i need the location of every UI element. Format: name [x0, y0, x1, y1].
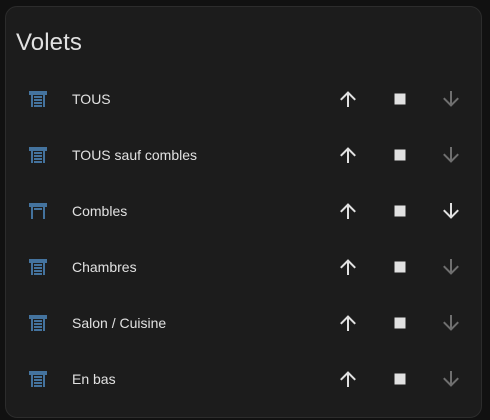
arrow-down-icon [443, 315, 459, 331]
card-title: Volets [16, 29, 82, 56]
window-shutter-closed-icon[interactable] [26, 87, 50, 111]
stop-icon [394, 149, 406, 161]
close-cover-button[interactable] [435, 363, 467, 395]
arrow-down-icon [443, 259, 459, 275]
open-cover-button[interactable] [332, 307, 364, 339]
window-shutter-closed-icon[interactable] [26, 311, 50, 335]
cover-name[interactable]: Chambres [72, 258, 137, 276]
stop-cover-button[interactable] [384, 139, 416, 171]
stop-cover-button[interactable] [384, 363, 416, 395]
open-cover-button[interactable] [332, 139, 364, 171]
arrow-down-icon [443, 91, 459, 107]
arrow-up-icon [340, 91, 356, 107]
stop-icon [394, 205, 406, 217]
window-shutter-open-icon[interactable] [26, 199, 50, 223]
stop-cover-button[interactable] [384, 195, 416, 227]
open-cover-button[interactable] [332, 195, 364, 227]
arrow-up-icon [340, 259, 356, 275]
arrow-down-icon [443, 147, 459, 163]
close-cover-button[interactable] [435, 83, 467, 115]
stop-icon [394, 373, 406, 385]
window-shutter-closed-icon[interactable] [26, 367, 50, 391]
cover-name[interactable]: TOUS [72, 90, 111, 108]
close-cover-button[interactable] [435, 139, 467, 171]
cover-row-tous-sauf-combles: TOUS sauf combles [6, 135, 481, 175]
window-shutter-closed-icon[interactable] [26, 143, 50, 167]
cover-name[interactable]: TOUS sauf combles [72, 146, 197, 164]
arrow-up-icon [340, 147, 356, 163]
open-cover-button[interactable] [332, 83, 364, 115]
arrow-up-icon [340, 315, 356, 331]
stop-icon [394, 93, 406, 105]
cover-row-en-bas: En bas [6, 359, 481, 399]
stop-cover-button[interactable] [384, 83, 416, 115]
close-cover-button[interactable] [435, 307, 467, 339]
open-cover-button[interactable] [332, 363, 364, 395]
cover-name[interactable]: Salon / Cuisine [72, 314, 166, 332]
cover-row-chambres: Chambres [6, 247, 481, 287]
cover-row-combles: Combles [6, 191, 481, 231]
close-cover-button[interactable] [435, 251, 467, 283]
arrow-down-icon [443, 371, 459, 387]
arrow-up-icon [340, 371, 356, 387]
stop-cover-button[interactable] [384, 307, 416, 339]
window-shutter-closed-icon[interactable] [26, 255, 50, 279]
open-cover-button[interactable] [332, 251, 364, 283]
stop-icon [394, 317, 406, 329]
cover-name[interactable]: Combles [72, 202, 127, 220]
cover-name[interactable]: En bas [72, 370, 116, 388]
cover-row-salon-cuisine: Salon / Cuisine [6, 303, 481, 343]
close-cover-button[interactable] [435, 195, 467, 227]
stop-icon [394, 261, 406, 273]
stop-cover-button[interactable] [384, 251, 416, 283]
cover-row-tous: TOUS [6, 79, 481, 119]
arrow-up-icon [340, 203, 356, 219]
arrow-down-icon [443, 203, 459, 219]
volets-card: Volets TOUS TOUS sauf combles Combles Ch… [5, 6, 482, 418]
